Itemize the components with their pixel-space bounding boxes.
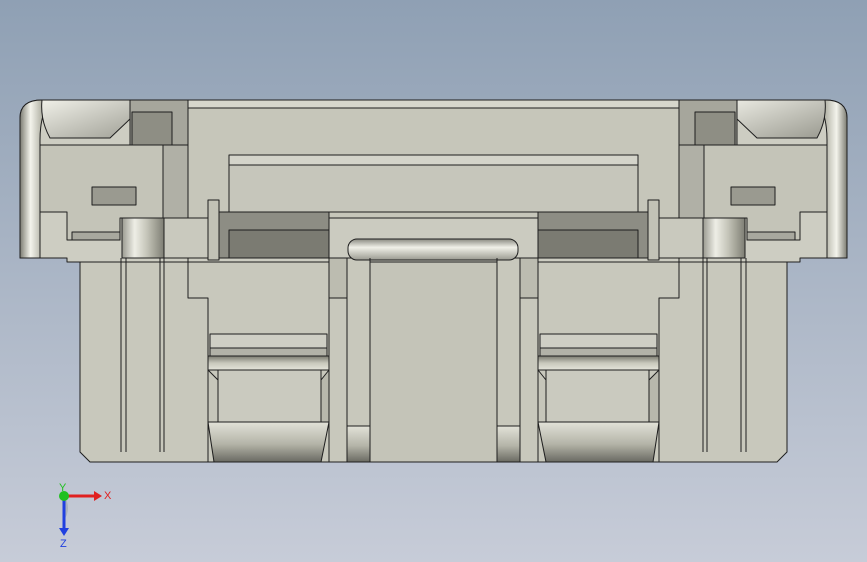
dark-slot-right-edge [537, 229, 639, 259]
dark-slot-left-edge [228, 229, 330, 259]
boss-cylinder-right [702, 217, 746, 259]
left-step-inner [91, 186, 137, 206]
axis-triad: X Y Z [40, 480, 130, 550]
inner-tray-lip [228, 154, 639, 166]
slot-left-lower-roll-r [320, 369, 330, 423]
x-axis-label: X [104, 490, 112, 502]
pin-cylinder [347, 238, 519, 261]
top-band [187, 99, 680, 109]
y-axis-label: Y [59, 482, 67, 494]
slot-left-lower-roll [207, 369, 219, 423]
tab-right [647, 199, 660, 261]
z-axis-arrow-icon [59, 496, 69, 536]
channel-right [678, 144, 705, 219]
z-axis-label: Z [60, 538, 67, 550]
tab-left [207, 199, 220, 261]
center-notch-right [496, 425, 521, 463]
center-slot-right [519, 257, 539, 299]
slot-left-upper-roll [207, 355, 330, 371]
x-axis-arrow-icon [64, 491, 102, 501]
channel-left [162, 144, 189, 219]
slot-right-top-shade [539, 347, 658, 357]
slot-left-face [217, 369, 322, 423]
cad-viewport[interactable]: X Y Z [0, 0, 867, 562]
slot-left-top-shade [209, 347, 328, 357]
slot-left-top [209, 333, 328, 349]
slot-right-upper-roll [537, 355, 660, 371]
slot-right-face [545, 369, 650, 423]
pocket-right-dark [694, 111, 736, 146]
slot-right-bottom-roll [537, 421, 660, 463]
part-model-front-view[interactable] [0, 0, 867, 562]
slot-right-top [539, 333, 658, 349]
slot-left-bottom-roll [207, 421, 330, 463]
center-block-face [369, 261, 498, 463]
inner-tray [228, 164, 639, 213]
left-step-inner2 [71, 231, 121, 241]
right-step-inner2 [746, 231, 796, 241]
center-slot-left [328, 257, 348, 299]
slot-right-lower-roll [537, 369, 547, 423]
center-notch-left [346, 425, 371, 463]
right-step-inner [730, 186, 776, 206]
boss-cylinder-left [121, 217, 165, 259]
slot-right-lower-roll-r [648, 369, 660, 423]
pocket-left-dark [131, 111, 173, 146]
